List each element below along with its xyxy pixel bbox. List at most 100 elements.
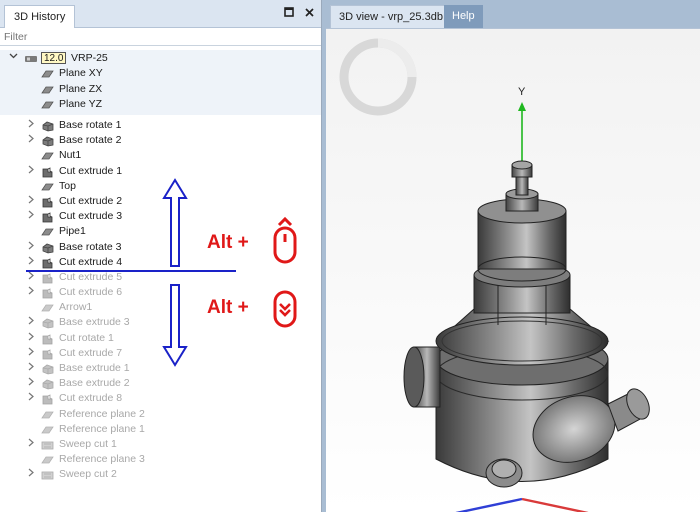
plane-icon	[41, 227, 54, 237]
tree-item[interactable]: Sweep cut 1	[0, 437, 321, 452]
tree-item-label: Cut extrude 5	[59, 270, 123, 283]
cut-extrude-icon	[41, 394, 54, 405]
chevron-right-icon[interactable]	[27, 118, 37, 133]
part-icon	[24, 53, 38, 63]
tree-item-label: Cut rotate 1	[59, 331, 114, 344]
tree-item-plane-zx[interactable]: Plane ZX	[0, 82, 321, 98]
tree-item[interactable]: Reference plane 3	[0, 452, 321, 467]
tree-item-plane-yz[interactable]: Plane YZ	[0, 97, 321, 113]
cut-extrude-icon	[41, 349, 54, 360]
base-rotate-icon	[41, 121, 54, 132]
mouse-scroll-up-icon	[273, 216, 297, 264]
chevron-right-icon[interactable]	[27, 391, 37, 406]
cut-extrude-icon	[41, 197, 54, 208]
app-window: 3D History 12.0 VRP-	[0, 0, 700, 512]
tree-item[interactable]: Nut1	[0, 148, 321, 163]
tree-item-label: Base rotate 3	[59, 240, 122, 253]
tree-item-label: Cut extrude 1	[59, 164, 123, 177]
chevron-down-icon[interactable]	[9, 50, 18, 66]
cut-extrude-icon	[41, 166, 54, 177]
root-name: VRP-25	[71, 52, 108, 64]
chevron-right-icon[interactable]	[27, 164, 37, 179]
rollback-bar[interactable]	[26, 270, 236, 272]
tree-item[interactable]: Cut extrude 7	[0, 346, 321, 361]
view-cube-icon[interactable]	[339, 38, 417, 116]
chevron-right-icon[interactable]	[27, 376, 37, 391]
tree-item[interactable]: Reference plane 1	[0, 422, 321, 437]
3d-viewport[interactable]: Y	[326, 28, 700, 512]
plane-icon	[41, 69, 54, 79]
view-panel: 3D view - vrp_25.3db Help Y	[326, 0, 700, 512]
tab-3d-view[interactable]: 3D view - vrp_25.3db	[330, 5, 452, 28]
history-panel-header: 3D History	[0, 0, 321, 28]
chevron-right-icon[interactable]	[27, 315, 37, 330]
chevron-right-icon[interactable]	[27, 194, 37, 209]
tree-item-label: Reference plane 2	[59, 407, 145, 420]
arrow-down-icon	[162, 284, 188, 367]
plane-icon	[41, 182, 54, 192]
tree-item[interactable]: Base extrude 1	[0, 361, 321, 376]
sweep-cut-icon	[41, 440, 54, 450]
tree-item[interactable]: Cut extrude 2	[0, 194, 321, 209]
valve-model[interactable]	[403, 160, 654, 488]
tree-item-label: Nut1	[59, 149, 82, 162]
version-badge: 12.0	[41, 52, 67, 64]
tree-item-label: Base rotate 1	[59, 119, 122, 131]
tree-item[interactable]: Top	[0, 179, 321, 194]
tree-item[interactable]: Cut extrude 5	[0, 270, 321, 285]
chevron-right-icon[interactable]	[27, 209, 37, 224]
tree-item[interactable]: Base extrude 2	[0, 376, 321, 391]
tree-item[interactable]: Cut extrude 8	[0, 391, 321, 406]
tree-item-label: Sweep cut 1	[59, 437, 117, 450]
chevron-right-icon[interactable]	[27, 285, 37, 300]
cut-extrude-icon	[41, 258, 54, 269]
chevron-right-icon[interactable]	[27, 331, 37, 346]
root-group: 12.0 VRP-25 Plane XY Plane ZX Plane YZ	[0, 50, 321, 115]
chevron-right-icon[interactable]	[27, 133, 37, 148]
maximize-icon[interactable]	[282, 7, 296, 21]
alt-scroll-up-label: Alt +	[207, 232, 249, 253]
tree-item[interactable]: Sweep cut 2	[0, 467, 321, 482]
base-rotate-icon	[41, 243, 54, 253]
tree-item-label: Plane YZ	[59, 98, 102, 110]
close-icon[interactable]	[302, 7, 316, 21]
alt-scroll-down-label: Alt +	[207, 297, 249, 318]
tree-item-label: Cut extrude 3	[59, 210, 123, 223]
history-tree: 12.0 VRP-25 Plane XY Plane ZX Plane YZ B…	[0, 50, 321, 483]
chevron-right-icon[interactable]	[27, 255, 37, 270]
plane-icon	[41, 151, 54, 161]
3d-scene[interactable]: Y	[326, 29, 700, 512]
plane-icon	[41, 100, 54, 110]
chevron-right-icon[interactable]	[27, 240, 37, 255]
mouse-scroll-down-icon	[273, 290, 297, 328]
tree-item-label: Reference plane 3	[59, 453, 145, 466]
tab-help[interactable]: Help	[444, 5, 483, 28]
y-axis-arrow-icon	[518, 102, 526, 111]
tab-3d-history[interactable]: 3D History	[4, 5, 76, 28]
cut-extrude-icon	[41, 273, 54, 284]
tree-item[interactable]: Cut extrude 1	[0, 164, 321, 179]
tree-item[interactable]: Reference plane 2	[0, 407, 321, 422]
tree-item-label: Plane ZX	[59, 82, 103, 95]
tree-item-label: Arrow1	[59, 301, 93, 314]
history-panel: 3D History 12.0 VRP-	[0, 0, 322, 512]
tree-item[interactable]: Cut rotate 1	[0, 331, 321, 346]
tree-item-plane-xy[interactable]: Plane XY	[0, 66, 321, 82]
tree-item-label: Cut extrude 7	[59, 346, 123, 359]
tree-item[interactable]: Base rotate 1	[0, 118, 321, 133]
filter-field[interactable]	[0, 28, 321, 46]
tree-item-label: Cut extrude 8	[59, 392, 123, 405]
tree-item-label: Plane XY	[59, 67, 103, 79]
tree-item-label: Base rotate 2	[59, 134, 122, 147]
chevron-right-icon[interactable]	[27, 270, 37, 285]
tree-item[interactable]: Base rotate 2	[0, 133, 321, 148]
plane-icon	[41, 425, 54, 435]
filter-input[interactable]	[4, 31, 304, 43]
chevron-right-icon[interactable]	[27, 437, 37, 452]
chevron-right-icon[interactable]	[27, 467, 37, 482]
tree-item-label: Cut extrude 4	[59, 255, 123, 268]
chevron-right-icon[interactable]	[27, 346, 37, 361]
tree-root-vrp-25[interactable]: 12.0 VRP-25	[0, 50, 321, 66]
sweep-cut-icon	[41, 470, 54, 480]
chevron-right-icon[interactable]	[27, 361, 37, 376]
